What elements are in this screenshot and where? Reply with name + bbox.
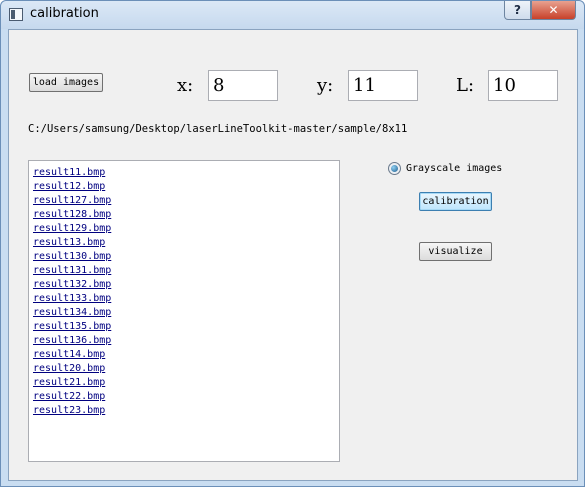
y-label: y: — [317, 75, 334, 96]
file-list-item[interactable]: result11.bmp — [29, 166, 339, 180]
file-list-item[interactable]: result14.bmp — [29, 348, 339, 362]
x-label: x: — [177, 75, 194, 96]
visualize-button[interactable]: visualize — [419, 242, 492, 261]
y-field[interactable]: 11 — [348, 70, 418, 101]
client-area: load images x: 8 y: 11 L: 10 C:/Users/sa… — [8, 29, 578, 481]
file-list-item[interactable]: result135.bmp — [29, 320, 339, 334]
l-field[interactable]: 10 — [488, 70, 558, 101]
file-list-item[interactable]: result131.bmp — [29, 264, 339, 278]
folder-path: C:/Users/samsung/Desktop/laserLineToolki… — [28, 123, 408, 135]
file-list-item[interactable]: result22.bmp — [29, 390, 339, 404]
file-list-item[interactable]: result21.bmp — [29, 376, 339, 390]
file-list-item[interactable]: result127.bmp — [29, 194, 339, 208]
grayscale-label: Grayscale images — [406, 163, 503, 174]
grayscale-option[interactable]: Grayscale images — [388, 162, 502, 175]
file-list[interactable]: result11.bmp result12.bmp result127.bmp res… — [28, 160, 340, 462]
file-list-item[interactable]: result23.bmp — [29, 404, 339, 418]
grayscale-radio[interactable] — [388, 162, 401, 175]
file-list-item[interactable]: result130.bmp — [29, 250, 339, 264]
file-list-item[interactable]: result134.bmp — [29, 306, 339, 320]
app-icon — [9, 8, 23, 21]
window-title: calibration — [30, 6, 99, 21]
radio-selected-dot — [391, 165, 398, 172]
title-bar[interactable]: calibration ? ✕ — [1, 1, 584, 29]
calibration-button[interactable]: calibration — [419, 192, 492, 211]
load-images-button[interactable]: load images — [29, 73, 103, 92]
file-list-item[interactable]: result12.bmp — [29, 180, 339, 194]
close-button[interactable]: ✕ — [531, 1, 576, 20]
file-list-item[interactable]: result129.bmp — [29, 222, 339, 236]
app-window: calibration ? ✕ load images x: 8 y: 11 L… — [0, 0, 585, 487]
l-label: L: — [456, 75, 475, 96]
file-list-item[interactable]: result128.bmp — [29, 208, 339, 222]
file-list-item[interactable]: result13.bmp — [29, 236, 339, 250]
file-list-item[interactable]: result133.bmp — [29, 292, 339, 306]
file-list-item[interactable]: result136.bmp — [29, 334, 339, 348]
file-list-item[interactable]: result132.bmp — [29, 278, 339, 292]
help-button[interactable]: ? — [504, 1, 531, 20]
file-list-item[interactable]: result20.bmp — [29, 362, 339, 376]
x-field[interactable]: 8 — [208, 70, 278, 101]
